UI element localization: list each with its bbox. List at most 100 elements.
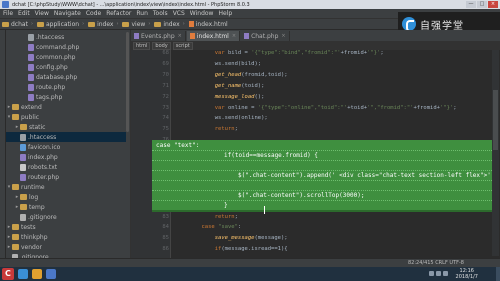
file-icon: [20, 153, 26, 161]
crumb-script[interactable]: script: [172, 41, 193, 50]
code-line[interactable]: case "save":: [175, 224, 242, 230]
ime-icon[interactable]: [443, 271, 448, 276]
menu-run[interactable]: Run: [136, 10, 148, 17]
tree-item[interactable]: ▾ public: [6, 112, 126, 122]
tree-item[interactable]: ▾ runtime: [6, 182, 126, 192]
crumb-body[interactable]: body: [152, 41, 171, 50]
menu-help[interactable]: Help: [218, 10, 232, 17]
menu-window[interactable]: Window: [190, 10, 214, 17]
tree-item-label: .htaccess: [36, 33, 65, 41]
chevron-right-icon: ›: [82, 21, 85, 27]
tree-item-label: log: [29, 193, 39, 201]
chevron-right-icon: ›: [116, 21, 119, 27]
tree-item[interactable]: command.php: [6, 42, 126, 52]
code-line[interactable]: ws.send(bild);: [175, 61, 261, 67]
selected-code-line[interactable]: $(".chat-content").append(' <div class="…: [238, 172, 498, 179]
breadcrumb-item[interactable]: application ›: [36, 21, 85, 28]
start-icon[interactable]: [2, 268, 14, 280]
code-line[interactable]: save_message(message);: [175, 235, 288, 241]
window-controls: — □ ×: [466, 1, 498, 8]
tab-chat-php[interactable]: Chat.php ×: [241, 31, 290, 41]
tree-item[interactable]: ▸ thinkphp: [6, 232, 126, 242]
tree-item[interactable]: router.php: [6, 172, 126, 182]
folder-icon: [12, 104, 19, 110]
code-line[interactable]: if(message.isread==1){: [175, 246, 288, 252]
tree-item[interactable]: ▸ log: [6, 192, 126, 202]
minimize-button[interactable]: —: [466, 1, 476, 8]
selected-code-line[interactable]: $(".chat-content").scrollTop(3000);: [238, 192, 364, 199]
close-tab-icon[interactable]: ×: [178, 33, 182, 39]
menu-vcs[interactable]: VCS: [173, 10, 185, 17]
menu-code[interactable]: Code: [86, 10, 101, 17]
tree-item[interactable]: ▸ vendor: [6, 242, 126, 252]
tab-events-php[interactable]: Events.php ×: [131, 31, 186, 41]
breadcrumb-item[interactable]: index ›: [88, 21, 118, 28]
menu-refactor[interactable]: Refactor: [106, 10, 131, 17]
file-icon: [28, 43, 34, 51]
close-button[interactable]: ×: [488, 1, 498, 8]
cursor-position[interactable]: 82:24/415 CRLF UTF-8: [408, 260, 464, 266]
code-line[interactable]: return;: [175, 126, 238, 132]
tree-item-label: router.php: [28, 173, 60, 181]
tree-item[interactable]: .htaccess: [6, 32, 126, 42]
tree-item[interactable]: ▸ extend: [6, 102, 126, 112]
code-line[interactable]: var bild = '{"type":"bind","fromid":"'+f…: [175, 50, 384, 56]
tree-item[interactable]: ▸ static: [6, 122, 126, 132]
selected-code-line[interactable]: case "text":: [156, 142, 199, 149]
taskbar-clock[interactable]: 12:16 2018/1/7: [456, 268, 478, 280]
menu-tools[interactable]: Tools: [153, 10, 168, 17]
tab-index-html[interactable]: index.html ×: [186, 31, 241, 41]
menu-navigate[interactable]: Navigate: [54, 10, 81, 17]
code-line[interactable]: message_load();: [175, 94, 265, 100]
breadcrumb-label: dchat: [11, 20, 28, 28]
selected-code-line[interactable]: }: [224, 202, 228, 209]
tree-item-label: thinkphp: [21, 233, 48, 241]
code-selection-overlay: case "text": if(toid==message.fromid) { $(…: [152, 140, 498, 212]
tree-item[interactable]: common.php: [6, 52, 126, 62]
volume-icon[interactable]: [436, 271, 441, 276]
phpstorm-icon: [2, 1, 9, 8]
menu-file[interactable]: File: [3, 10, 13, 17]
project-panel: .htaccess command.php common.php config.php…: [6, 30, 130, 258]
chevron-right-icon: ›: [30, 21, 33, 27]
tree-item[interactable]: tags.php: [6, 92, 126, 102]
selected-code-line[interactable]: if(toid==message.fromid) {: [224, 152, 318, 159]
maximize-button[interactable]: □: [477, 1, 487, 8]
code-line[interactable]: ws.send(online);: [175, 115, 268, 121]
tree-item[interactable]: .htaccess: [6, 132, 126, 142]
menu-view[interactable]: View: [35, 10, 49, 17]
breadcrumb-item[interactable]: index ›: [154, 21, 185, 28]
code-line[interactable]: return;: [175, 214, 238, 220]
file-icon: [20, 173, 26, 181]
tree-item[interactable]: ▸ temp: [6, 202, 126, 212]
browser-icon[interactable]: [18, 269, 28, 279]
show-desktop-button[interactable]: [496, 267, 500, 281]
close-tab-icon[interactable]: ×: [232, 33, 236, 39]
code-line[interactable]: var online = '{"type":"online","toid":"'…: [175, 105, 457, 111]
scrollbar-thumb[interactable]: [493, 90, 498, 150]
code-line[interactable]: get_name(toid);: [175, 83, 265, 89]
tree-item[interactable]: database.php: [6, 72, 126, 82]
network-icon[interactable]: [429, 271, 434, 276]
tree-item[interactable]: index.php: [6, 152, 126, 162]
tree-item[interactable]: ▸ tests: [6, 222, 126, 232]
breadcrumb-item[interactable]: view ›: [122, 21, 150, 28]
tree-item[interactable]: .gitignore: [6, 212, 126, 222]
code-line[interactable]: get_head(fromid,toid);: [175, 72, 288, 78]
tree-item[interactable]: route.php: [6, 82, 126, 92]
project-scrollbar[interactable]: [126, 32, 129, 132]
phpstorm-taskbar-icon[interactable]: [46, 269, 56, 279]
tree-item[interactable]: favicon.ico: [6, 142, 126, 152]
tree-item[interactable]: robots.txt: [6, 162, 126, 172]
explorer-icon[interactable]: [32, 269, 42, 279]
php-file-icon: [244, 33, 250, 39]
tree-item-label: tags.php: [36, 93, 63, 101]
tree-item[interactable]: config.php: [6, 62, 126, 72]
menu-edit[interactable]: Edit: [18, 10, 30, 17]
folder-icon: [20, 194, 27, 200]
breadcrumb-item[interactable]: index.html: [188, 21, 228, 28]
editor-scrollbar[interactable]: [492, 50, 499, 256]
breadcrumb-item[interactable]: dchat ›: [2, 21, 33, 28]
close-tab-icon[interactable]: ×: [281, 33, 285, 39]
crumb-html[interactable]: html: [133, 41, 151, 50]
